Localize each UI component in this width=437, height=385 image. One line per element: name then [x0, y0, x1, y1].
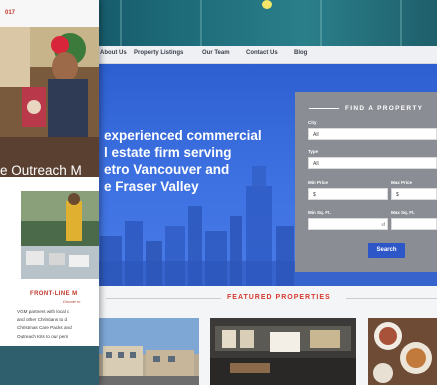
- max-price-input[interactable]: $: [391, 188, 437, 200]
- frontline-photo: [21, 191, 99, 279]
- frontline-title: FRONT-LINE M: [30, 291, 78, 297]
- featured-header: FEATURED PROPERTIES: [96, 288, 437, 308]
- max-price-label: Max Price: [391, 180, 413, 185]
- max-sqft-input[interactable]: [391, 218, 437, 230]
- nav-our-team[interactable]: Our Team: [202, 50, 230, 56]
- property-thumbnail-3[interactable]: [368, 318, 437, 385]
- city-label: City: [308, 120, 317, 125]
- property-thumbnail-2[interactable]: [210, 318, 356, 385]
- min-price-input[interactable]: $: [308, 188, 388, 200]
- year-strip: 017: [0, 0, 99, 27]
- outreach-photo: e Outreach M: [0, 27, 99, 177]
- nav-property-listings[interactable]: Property Listings: [134, 50, 183, 56]
- body-line-2: and other Christians to d: [17, 317, 68, 323]
- find-property-panel: FIND A PROPERTY City All Type All Min Pr…: [295, 92, 437, 272]
- city-select[interactable]: All: [308, 128, 437, 140]
- hero-line-4: e Fraser Valley: [104, 179, 199, 194]
- outreach-overlay-text: e Outreach M: [0, 163, 82, 177]
- sqft-unit: sf: [381, 222, 385, 227]
- property-thumbnail-1[interactable]: [98, 318, 199, 385]
- frontline-body: VGM partners with local c and other Chri…: [17, 308, 99, 341]
- frontline-subtitle: Donate to: [63, 299, 81, 304]
- title-rule: [309, 108, 339, 109]
- hero-line-1: experienced commercial: [104, 128, 262, 143]
- max-sqft-label: Max Sq. Ft.: [391, 210, 415, 215]
- featured-properties-title: FEATURED PROPERTIES: [227, 294, 331, 301]
- featured-rule-right: [346, 298, 437, 299]
- search-button[interactable]: Search: [368, 243, 405, 258]
- min-price-label: Min Price: [308, 180, 329, 185]
- outreach-brochure-card: 017 e Outreach M FRONT-LINE M Donate to …: [0, 0, 99, 385]
- body-line-3: Christmas Care Packs and: [17, 325, 72, 331]
- card-footer: [0, 346, 99, 385]
- nav-about-us[interactable]: About Us: [100, 50, 127, 56]
- year-text: 017: [5, 10, 16, 16]
- hero-line-3: etro Vancouver and: [104, 162, 230, 177]
- featured-rule-left: [106, 298, 221, 299]
- min-sqft-input[interactable]: sf: [308, 218, 388, 230]
- type-label: Type: [308, 149, 319, 154]
- find-property-title: FIND A PROPERTY: [345, 105, 424, 112]
- type-select[interactable]: All: [308, 157, 437, 169]
- nav-blog[interactable]: Blog: [294, 50, 307, 56]
- body-line-1: VGM partners with local c: [17, 309, 70, 314]
- hero-line-2: l estate firm serving: [104, 145, 232, 160]
- body-line-4: Outreach Kits to our pers: [17, 333, 69, 339]
- hero-headline: experienced commercial l estate firm ser…: [104, 127, 294, 195]
- min-sqft-label: Min Sq. Ft.: [308, 210, 331, 215]
- sun-graphic: [262, 0, 272, 9]
- card-spacer: [0, 177, 99, 191]
- nav-contact-us[interactable]: Contact Us: [246, 50, 278, 56]
